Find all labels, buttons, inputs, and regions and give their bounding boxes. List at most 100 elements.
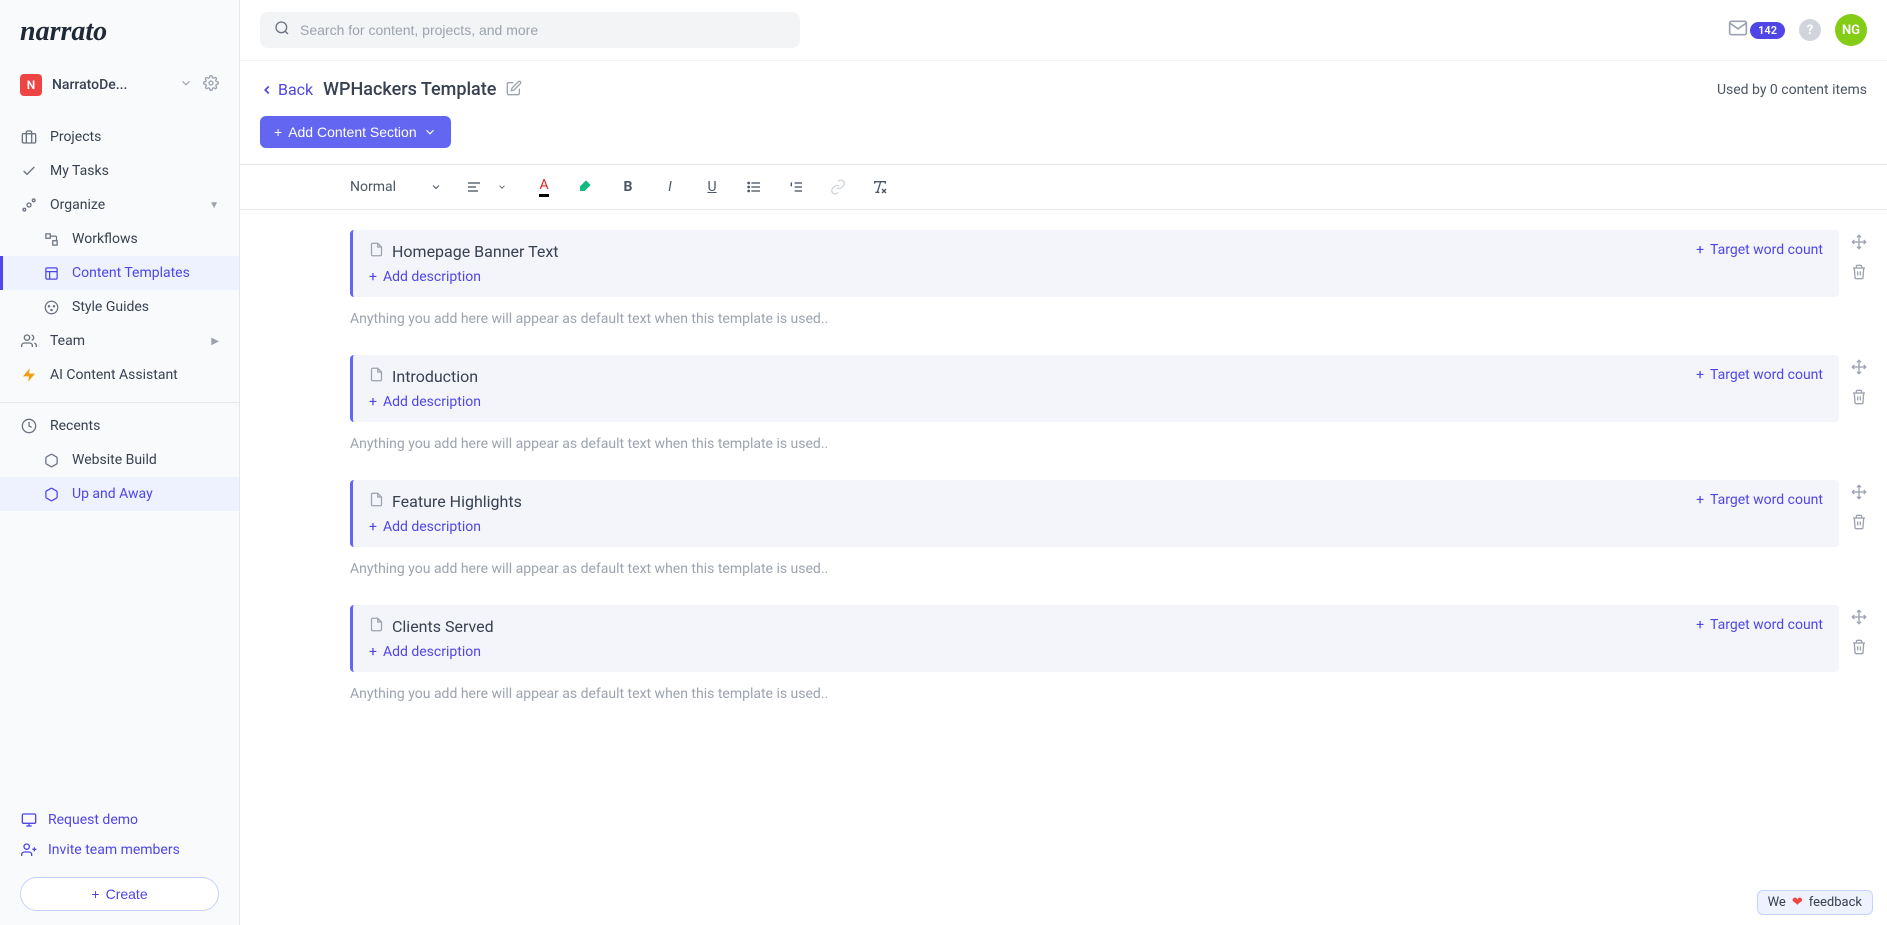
section-title[interactable]: Introduction <box>392 367 478 386</box>
sidebar: narrato N NarratoDe... Projects <box>0 0 240 925</box>
search-icon <box>274 20 290 40</box>
avatar[interactable]: NG <box>1835 14 1867 46</box>
sidebar-item-label: Up and Away <box>72 486 153 502</box>
document-icon <box>369 242 384 261</box>
box-icon <box>42 453 60 468</box>
highlight-icon[interactable] <box>576 179 596 195</box>
section-row: Introduction + Add description + Target … <box>350 355 1867 452</box>
sidebar-item-workflows[interactable]: Workflows <box>0 222 239 256</box>
align-icon[interactable] <box>464 179 484 195</box>
footer-link-label: Request demo <box>48 812 138 828</box>
trash-icon[interactable] <box>1851 389 1867 409</box>
section-actions <box>1851 605 1867 702</box>
section-head: Introduction + Add description + Target … <box>350 355 1839 422</box>
section-title[interactable]: Clients Served <box>392 617 494 636</box>
sidebar-item-label: Content Templates <box>72 265 190 281</box>
sidebar-item-content-templates[interactable]: Content Templates <box>0 256 239 290</box>
plus-icon: + <box>369 519 377 535</box>
sidebar-item-label: Recents <box>50 418 100 434</box>
italic-icon[interactable]: I <box>660 179 680 195</box>
sidebar-item-label: Projects <box>50 129 101 145</box>
sidebar-item-ai[interactable]: AI Content Assistant <box>0 358 239 392</box>
workflow-icon <box>42 232 60 247</box>
section-row: Clients Served + Add description + Targe… <box>350 605 1867 702</box>
page-title: WPHackers Template <box>323 79 496 100</box>
section-title[interactable]: Homepage Banner Text <box>392 242 559 261</box>
search-wrap[interactable] <box>260 12 800 48</box>
clear-format-icon[interactable] <box>870 179 890 195</box>
underline-icon[interactable]: U <box>702 179 722 195</box>
align-chevron-icon[interactable] <box>492 182 512 192</box>
create-button[interactable]: + Create <box>20 877 219 911</box>
sidebar-item-label: Website Build <box>72 452 157 468</box>
bold-icon[interactable]: B <box>618 179 638 195</box>
mail-icon <box>1728 18 1748 42</box>
add-section-label: Add Content Section <box>288 124 416 140</box>
move-icon[interactable] <box>1851 359 1867 379</box>
section-placeholder[interactable]: Anything you add here will appear as def… <box>350 297 1839 327</box>
numbered-list-icon[interactable] <box>786 179 806 195</box>
sidebar-item-recents[interactable]: Recents <box>0 409 239 443</box>
add-description-link[interactable]: + Add description <box>369 269 481 285</box>
trash-icon[interactable] <box>1851 264 1867 284</box>
add-description-label: Add description <box>383 519 481 535</box>
section-card: Clients Served + Add description + Targe… <box>350 605 1839 702</box>
sidebar-recent-item[interactable]: Up and Away <box>0 477 239 511</box>
section-row: Feature Highlights + Add description + T… <box>350 480 1867 577</box>
heading-select[interactable]: Normal <box>350 179 442 195</box>
trash-icon[interactable] <box>1851 514 1867 534</box>
target-word-count-link[interactable]: + Target word count <box>1696 242 1823 258</box>
add-description-link[interactable]: + Add description <box>369 394 481 410</box>
target-label: Target word count <box>1710 242 1823 258</box>
request-demo-link[interactable]: Request demo <box>20 805 219 835</box>
search-input[interactable] <box>300 22 786 38</box>
section-placeholder[interactable]: Anything you add here will appear as def… <box>350 422 1839 452</box>
invite-link[interactable]: Invite team members <box>20 835 219 865</box>
chevron-down-icon[interactable] <box>179 76 193 94</box>
target-word-count-link[interactable]: + Target word count <box>1696 367 1823 383</box>
section-title[interactable]: Feature Highlights <box>392 492 522 511</box>
section-placeholder[interactable]: Anything you add here will appear as def… <box>350 672 1839 702</box>
trash-icon[interactable] <box>1851 639 1867 659</box>
sidebar-recent-item[interactable]: Website Build <box>0 443 239 477</box>
sidebar-item-my-tasks[interactable]: My Tasks <box>0 154 239 188</box>
bullet-list-icon[interactable] <box>744 179 764 195</box>
target-word-count-link[interactable]: + Target word count <box>1696 492 1823 508</box>
bolt-icon <box>20 367 38 383</box>
editor-toolbar: Normal A B I U <box>240 164 1887 210</box>
workspace-selector[interactable]: N NarratoDe... <box>0 64 239 106</box>
plus-icon: + <box>369 394 377 410</box>
add-description-link[interactable]: + Add description <box>369 644 481 660</box>
sidebar-item-label: Team <box>50 333 85 349</box>
back-link[interactable]: Back <box>260 80 313 99</box>
add-section-button[interactable]: + Add Content Section <box>260 116 451 148</box>
palette-icon <box>42 300 60 315</box>
section-row: Homepage Banner Text + Add description +… <box>350 230 1867 327</box>
add-description-link[interactable]: + Add description <box>369 519 481 535</box>
help-icon[interactable]: ? <box>1799 19 1821 41</box>
text-color-icon[interactable]: A <box>534 177 554 197</box>
heading-value: Normal <box>350 179 396 195</box>
sidebar-item-style-guides[interactable]: Style Guides <box>0 290 239 324</box>
add-description-label: Add description <box>383 644 481 660</box>
edit-icon[interactable] <box>506 80 522 100</box>
move-icon[interactable] <box>1851 234 1867 254</box>
move-icon[interactable] <box>1851 609 1867 629</box>
section-placeholder[interactable]: Anything you add here will appear as def… <box>350 547 1839 577</box>
gear-icon[interactable] <box>203 75 219 95</box>
section-card: Homepage Banner Text + Add description +… <box>350 230 1839 327</box>
move-icon[interactable] <box>1851 484 1867 504</box>
target-word-count-link[interactable]: + Target word count <box>1696 617 1823 633</box>
feedback-button[interactable]: We ❤ feedback <box>1757 890 1873 915</box>
sidebar-item-projects[interactable]: Projects <box>0 120 239 154</box>
settings-icon <box>20 197 38 213</box>
sidebar-item-team[interactable]: Team ▶ <box>0 324 239 358</box>
page-header: Back WPHackers Template Used by 0 conten… <box>240 61 1887 148</box>
section-head: Homepage Banner Text + Add description +… <box>350 230 1839 297</box>
document-icon <box>369 367 384 386</box>
workspace-name: NarratoDe... <box>52 77 169 93</box>
notifications[interactable]: 142 <box>1728 18 1785 42</box>
sidebar-item-organize[interactable]: Organize ▼ <box>0 188 239 222</box>
link-icon[interactable] <box>828 179 848 195</box>
triangle-down-icon: ▼ <box>209 200 219 211</box>
